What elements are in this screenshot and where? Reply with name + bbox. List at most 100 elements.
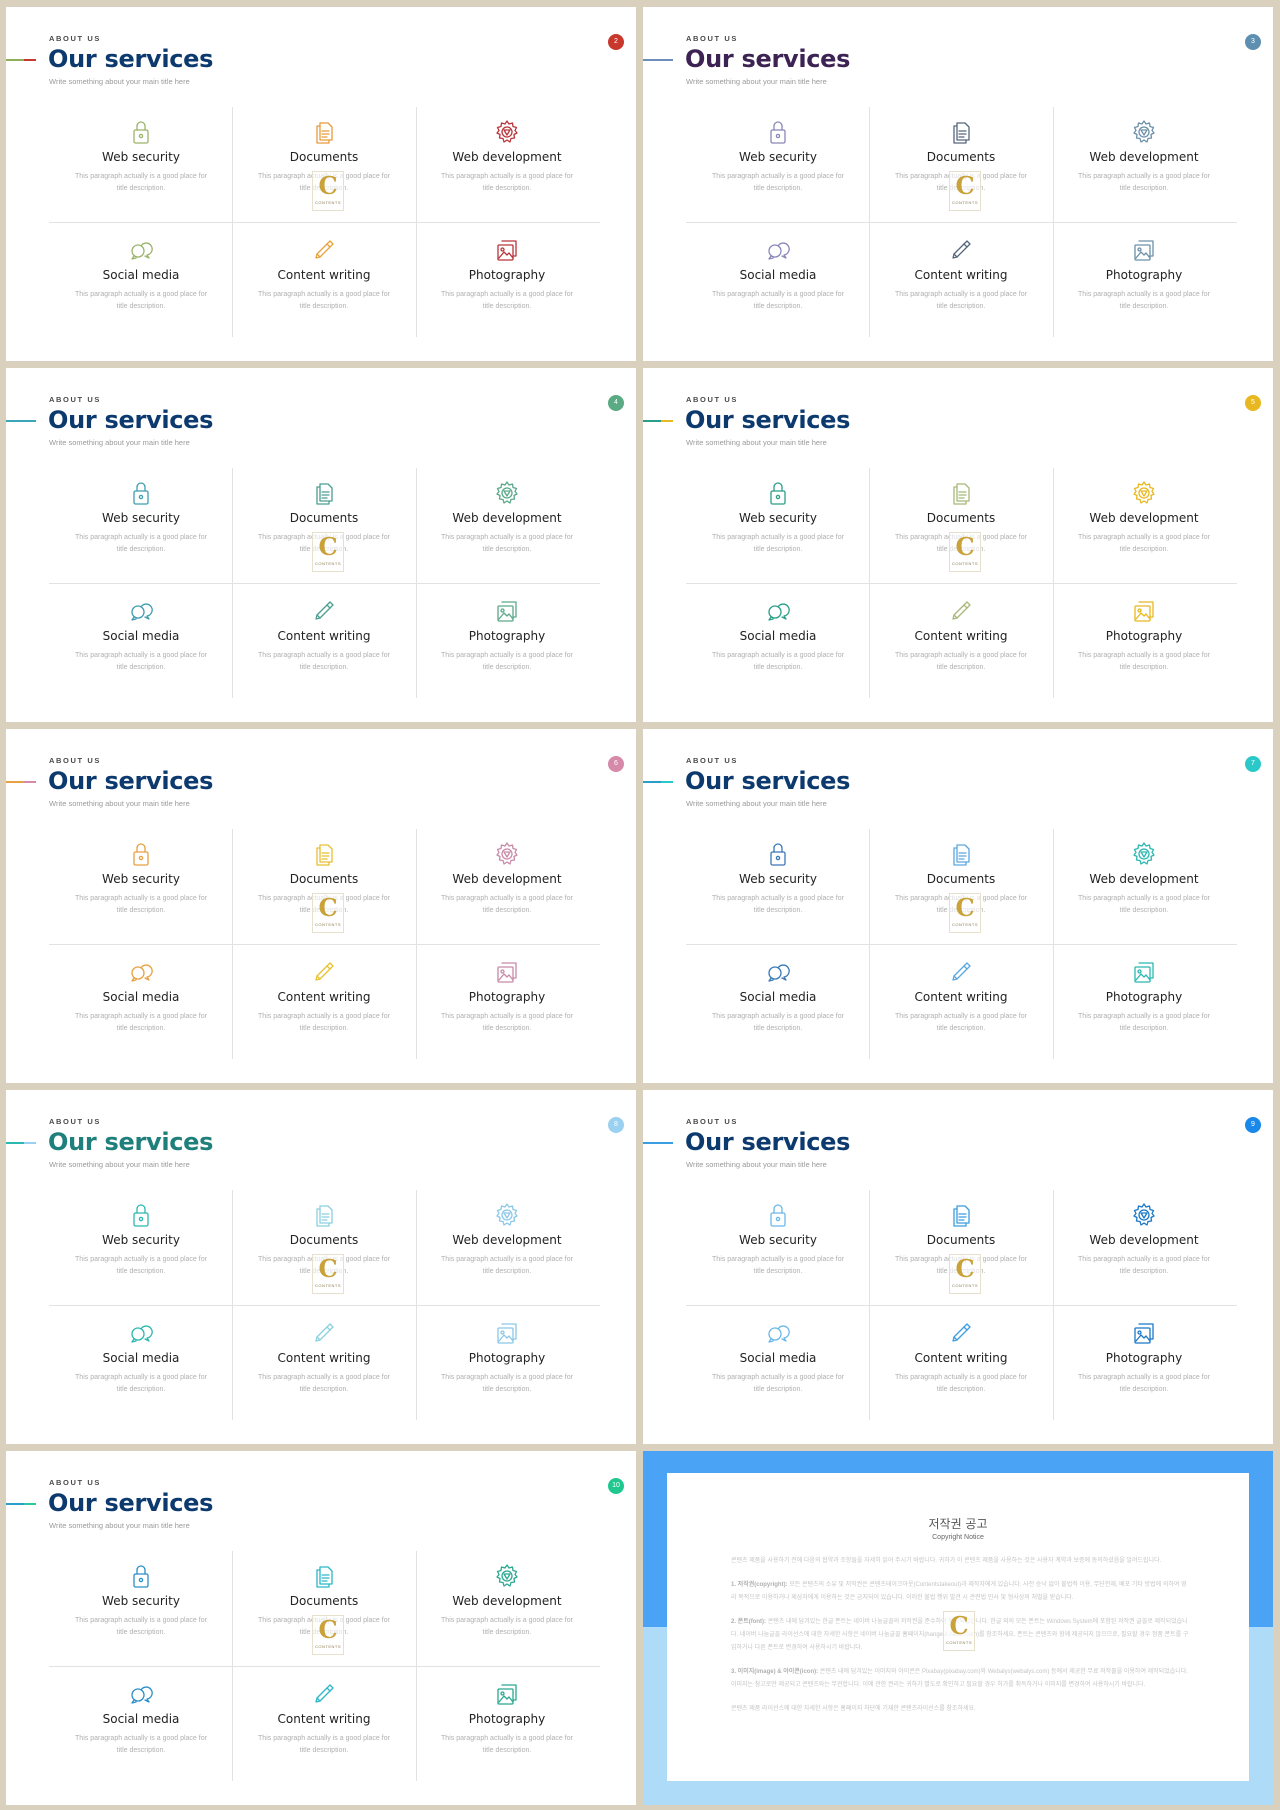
pencil-icon <box>952 962 971 981</box>
service-item: Web security This paragraph actually is a… <box>51 107 231 222</box>
services-grid: Web security This paragraph actually is a… <box>49 107 600 337</box>
service-name: Web development <box>1089 1233 1199 1247</box>
slide-title: Our services <box>685 406 851 434</box>
service-name: Social media <box>102 268 180 282</box>
service-slide-3[interactable]: ABOUT US Our services Write something ab… <box>643 7 1273 361</box>
slide-title: Our services <box>685 1128 851 1156</box>
service-description: This paragraph actually is a good place … <box>441 1617 573 1636</box>
watermark-logo: C CONTENTS <box>949 532 981 572</box>
service-description: This paragraph actually is a good place … <box>1078 173 1210 192</box>
service-slide-7[interactable]: ABOUT US Our services Write something ab… <box>643 729 1273 1083</box>
divider <box>49 222 600 223</box>
lock-icon <box>133 121 149 144</box>
services-grid: Web security This paragraph actually is a… <box>686 468 1237 698</box>
accent-line <box>643 59 673 61</box>
service-description: This paragraph actually is a good place … <box>1078 652 1210 671</box>
service-item: Social media This paragraph actually is a… <box>688 586 868 701</box>
service-name: Web development <box>452 872 562 886</box>
service-item: Web security This paragraph actually is a… <box>51 829 231 944</box>
service-item: Photography This paragraph actually is a … <box>417 586 597 701</box>
documents-icon <box>316 844 333 866</box>
service-description: This paragraph actually is a good place … <box>441 291 573 310</box>
accent-line <box>643 420 673 422</box>
watermark-logo: C CONTENTS <box>949 1254 981 1294</box>
service-item: Content writing This paragraph actually i… <box>234 1669 414 1784</box>
gear-icon <box>1133 1203 1155 1226</box>
service-slide-8[interactable]: ABOUT US Our services Write something ab… <box>6 1090 636 1444</box>
service-name: Documents <box>289 511 359 525</box>
service-item: Social media This paragraph actually is a… <box>688 225 868 340</box>
service-item: Social media This paragraph actually is a… <box>51 1669 231 1784</box>
eyebrow-label: ABOUT US <box>49 1478 101 1487</box>
service-description: This paragraph actually is a good place … <box>1078 1013 1210 1032</box>
service-slide-10[interactable]: ABOUT US Our services Write something ab… <box>6 1451 636 1805</box>
service-name: Content writing <box>914 990 1008 1004</box>
service-item: Photography This paragraph actually is a … <box>1054 225 1234 340</box>
service-item: Photography This paragraph actually is a … <box>1054 947 1234 1062</box>
service-description: This paragraph actually is a good place … <box>441 1735 573 1754</box>
chat-bubbles-icon <box>768 1325 790 1343</box>
service-description: This paragraph actually is a good place … <box>258 1374 390 1393</box>
chat-bubbles-icon <box>768 603 790 621</box>
eyebrow-label: ABOUT US <box>686 395 738 404</box>
service-item: Web development This paragraph actually i… <box>417 107 597 222</box>
service-slide-4[interactable]: ABOUT US Our services Write something ab… <box>6 368 636 722</box>
pencil-icon <box>952 240 971 259</box>
service-slide-6[interactable]: ABOUT US Our services Write something ab… <box>6 729 636 1083</box>
slide-grid: ABOUT US Our services Write something ab… <box>0 0 1280 1810</box>
service-item: Content writing This paragraph actually i… <box>234 1308 414 1423</box>
eyebrow-label: ABOUT US <box>49 756 101 765</box>
slide-number-badge: 8 <box>608 1117 624 1133</box>
slide-title: Our services <box>685 767 851 795</box>
service-name: Web development <box>452 1233 562 1247</box>
services-grid: Web security This paragraph actually is a… <box>686 829 1237 1059</box>
gear-icon <box>1133 842 1155 865</box>
pencil-icon <box>315 240 334 259</box>
service-name: Web development <box>452 1594 562 1608</box>
service-name: Documents <box>289 150 359 164</box>
slide-title: Our services <box>48 1128 214 1156</box>
watermark-logo: C CONTENTS <box>312 532 344 572</box>
service-name: Social media <box>739 1351 817 1365</box>
service-slide-2[interactable]: ABOUT US Our services Write something ab… <box>6 7 636 361</box>
chat-bubbles-icon <box>131 964 153 982</box>
eyebrow-label: ABOUT US <box>49 34 101 43</box>
section-heading: 3. 이미지(image) & 아이콘(icon): <box>731 1669 819 1675</box>
service-name: Documents <box>926 872 996 886</box>
service-item: Web security This paragraph actually is a… <box>688 107 868 222</box>
service-description: This paragraph actually is a good place … <box>712 173 844 192</box>
service-item: Web development This paragraph actually i… <box>417 468 597 583</box>
service-name: Photography <box>468 268 546 282</box>
service-name: Social media <box>102 1351 180 1365</box>
service-name: Documents <box>926 150 996 164</box>
watermark-logo: C CONTENTS <box>312 1615 344 1655</box>
eyebrow-label: ABOUT US <box>49 395 101 404</box>
service-slide-9[interactable]: ABOUT US Our services Write something ab… <box>643 1090 1273 1444</box>
service-item: Social media This paragraph actually is a… <box>688 947 868 1062</box>
service-item: Photography This paragraph actually is a … <box>417 1308 597 1423</box>
gear-icon <box>496 1203 518 1226</box>
gear-icon <box>496 481 518 504</box>
service-name: Web development <box>1089 872 1199 886</box>
service-slide-5[interactable]: ABOUT US Our services Write something ab… <box>643 368 1273 722</box>
watermark-logo: C CONTENTS <box>949 893 981 933</box>
service-name: Web security <box>739 872 817 886</box>
documents-icon <box>953 483 970 505</box>
service-name: Web development <box>452 511 562 525</box>
slide-title: Our services <box>685 45 851 73</box>
service-description: This paragraph actually is a good place … <box>712 291 844 310</box>
chat-bubbles-icon <box>131 1686 153 1704</box>
service-name: Web security <box>739 150 817 164</box>
slide-number-badge: 10 <box>608 1478 624 1494</box>
divider <box>49 583 600 584</box>
documents-icon <box>316 1566 333 1588</box>
pencil-icon <box>315 1684 334 1703</box>
service-description: This paragraph actually is a good place … <box>895 1374 1027 1393</box>
documents-icon <box>316 1205 333 1227</box>
eyebrow-label: ABOUT US <box>49 1117 101 1126</box>
chat-bubbles-icon <box>131 603 153 621</box>
copyright-slide[interactable]: 저작권 공고 Copyright Notice 콘텐츠 제품을 사용하기 전에 다음… <box>643 1451 1273 1805</box>
slide-title: Our services <box>48 406 214 434</box>
service-item: Content writing This paragraph actually i… <box>871 225 1051 340</box>
copyright-footer: 콘텐츠 제품 라이선스에 대한 자세한 사항은 홈페이지 하단에 기재한 콘텐츠… <box>731 1706 976 1712</box>
